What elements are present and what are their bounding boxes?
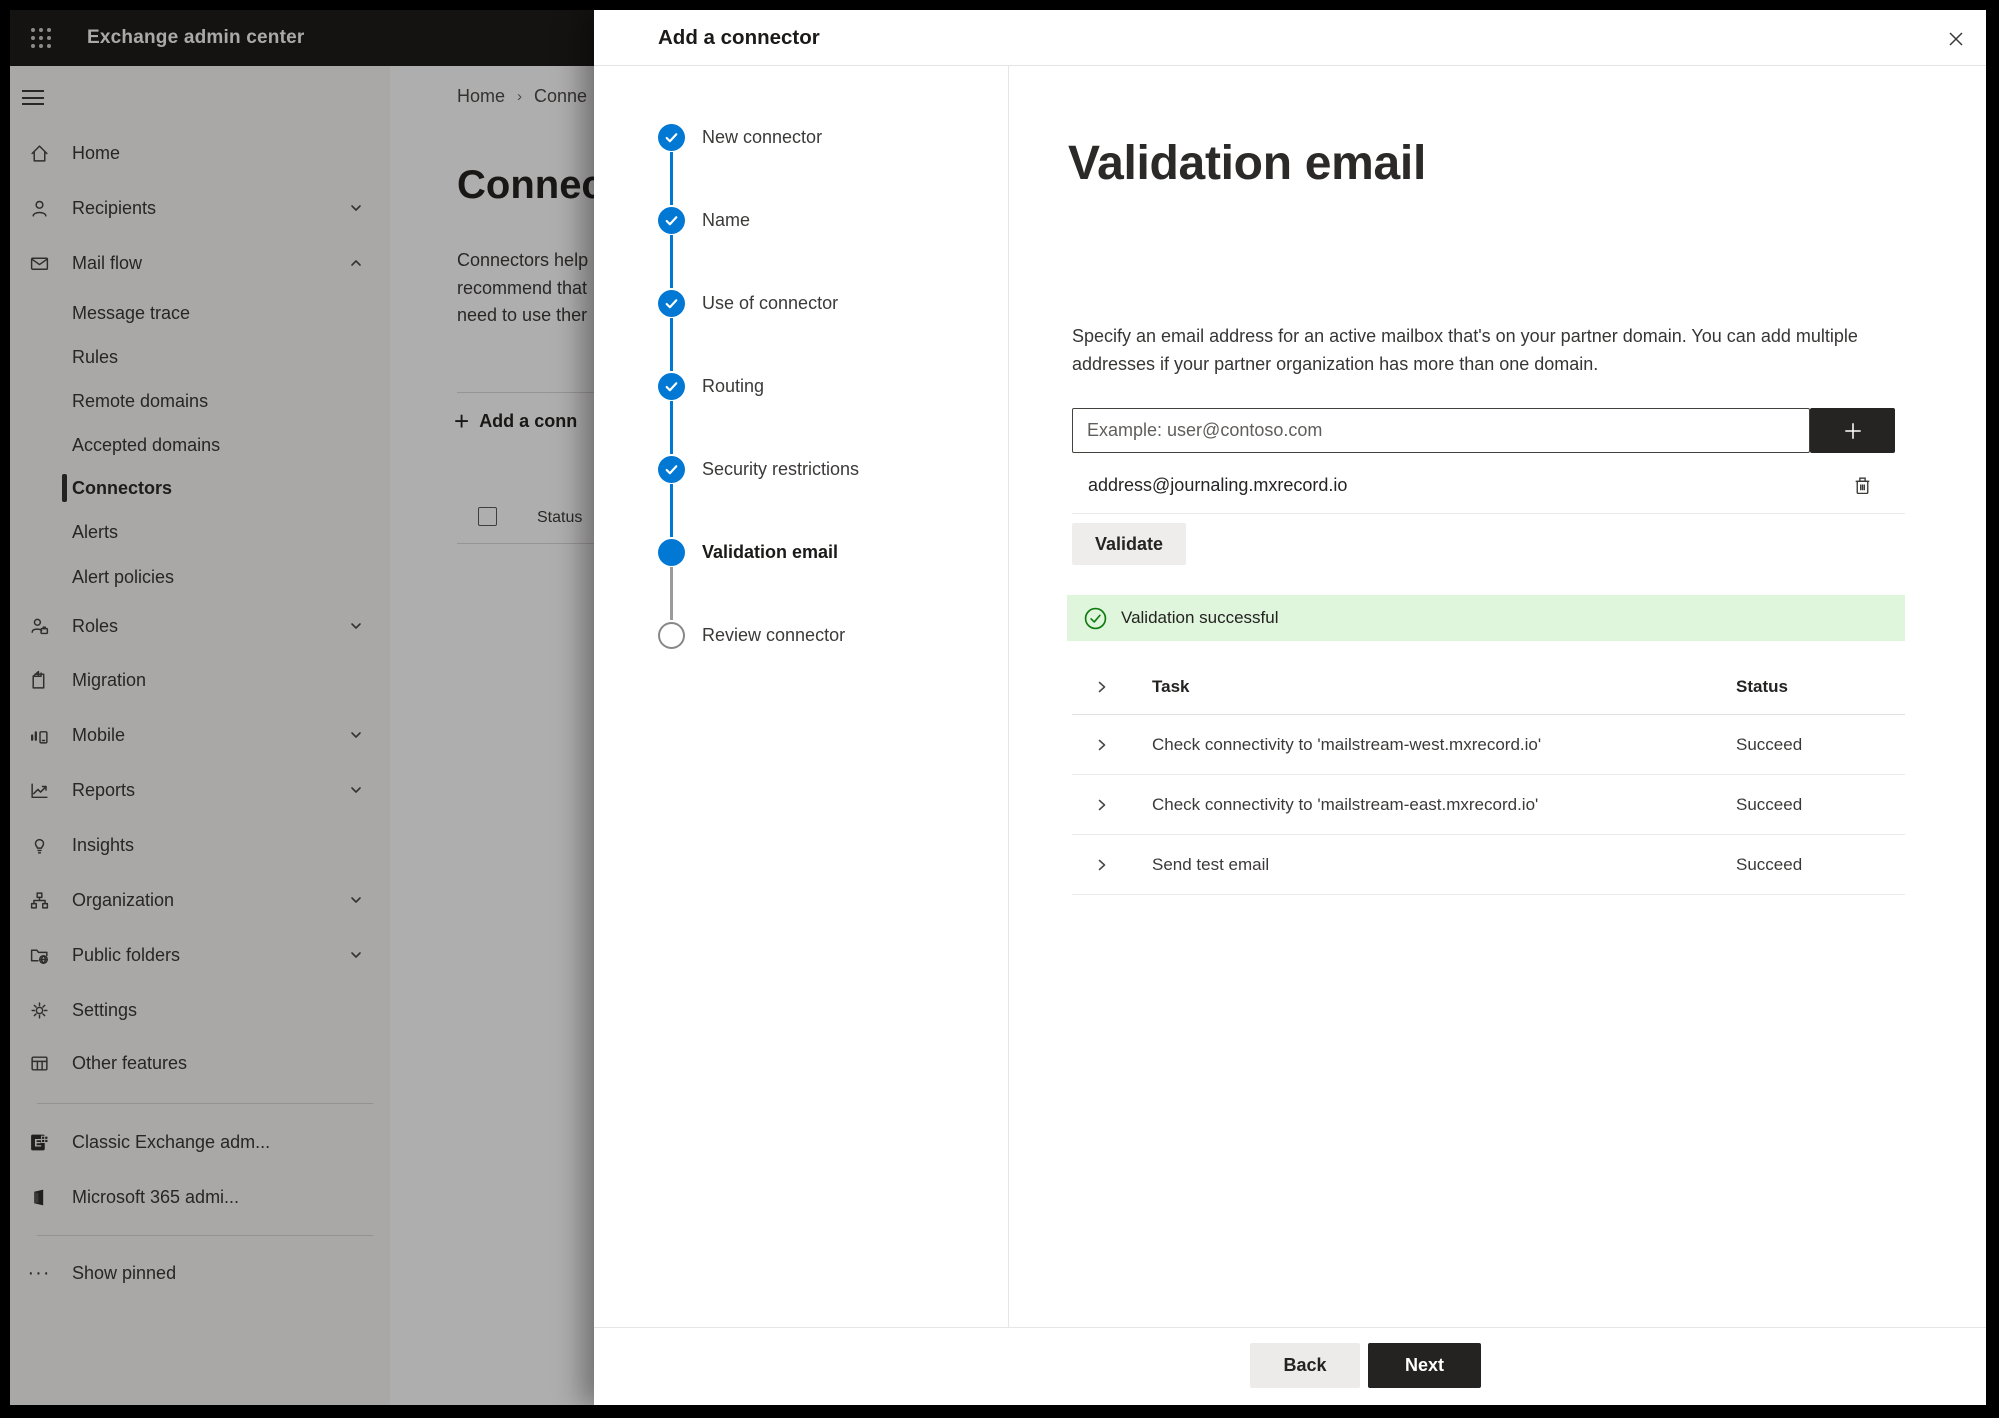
step-complete-icon: [658, 455, 685, 483]
dialog-header: Add a connector: [594, 10, 1986, 66]
step-connector-line: [670, 484, 673, 537]
table-row: Send test email Succeed: [1072, 835, 1905, 895]
task-cell: Send test email: [1152, 854, 1270, 874]
step-complete-icon: [658, 123, 685, 151]
step-new-connector[interactable]: New connector: [658, 123, 822, 151]
step-complete-icon: [658, 289, 685, 317]
wizard-steps-rail: New connector Name Use of connector Rout…: [594, 66, 1009, 1327]
expand-row-chevron-icon[interactable]: [1094, 857, 1110, 873]
screen: Exchange admin center Home Recipients Ma…: [0, 0, 1999, 1418]
step-complete-icon: [658, 206, 685, 234]
status-column-header: Status: [1736, 677, 1788, 696]
delete-address-icon[interactable]: [1846, 469, 1878, 501]
expand-row-chevron-icon[interactable]: [1094, 797, 1110, 813]
task-cell: Check connectivity to 'mailstream-west.m…: [1152, 734, 1542, 754]
status-cell: Succeed: [1736, 794, 1803, 814]
table-row: Check connectivity to 'mailstream-east.m…: [1072, 775, 1905, 835]
step-review-connector[interactable]: Review connector: [658, 621, 845, 649]
validation-success-banner: Validation successful: [1067, 595, 1905, 641]
task-cell: Check connectivity to 'mailstream-east.m…: [1152, 794, 1539, 814]
email-address-input[interactable]: [1072, 408, 1810, 453]
success-check-icon: [1084, 607, 1107, 629]
divider: [1072, 513, 1905, 514]
step-current-icon: [658, 538, 685, 566]
close-icon[interactable]: [1942, 25, 1970, 53]
step-connector-line: [670, 318, 673, 371]
back-button[interactable]: Back: [1250, 1343, 1360, 1388]
page-description: Specify an email address for an active m…: [1072, 326, 1858, 374]
table-header-row: Task Status: [1072, 660, 1905, 715]
status-cell: Succeed: [1736, 734, 1803, 754]
table-row: Check connectivity to 'mailstream-west.m…: [1072, 715, 1905, 775]
step-name[interactable]: Name: [658, 206, 750, 234]
expand-row-chevron-icon[interactable]: [1094, 737, 1110, 753]
status-cell: Succeed: [1736, 854, 1803, 874]
expand-all-chevron-icon[interactable]: [1094, 679, 1110, 695]
page-heading: Validation email: [1068, 137, 1426, 190]
step-validation-email[interactable]: Validation email: [658, 538, 838, 566]
banner-text: Validation successful: [1121, 608, 1279, 627]
step-connector-line: [670, 567, 673, 620]
step-security-restrictions[interactable]: Security restrictions: [658, 455, 859, 483]
step-routing[interactable]: Routing: [658, 372, 764, 400]
next-button[interactable]: Next: [1368, 1343, 1481, 1388]
validate-button[interactable]: Validate: [1072, 523, 1186, 565]
add-address-button[interactable]: [1810, 408, 1895, 453]
added-address: address@journaling.mxrecord.io: [1088, 475, 1348, 495]
step-connector-line: [670, 235, 673, 288]
step-use-of-connector[interactable]: Use of connector: [658, 289, 838, 317]
exchange-admin-center: Exchange admin center Home Recipients Ma…: [10, 10, 1986, 1405]
step-connector-line: [670, 152, 673, 205]
dialog-title: Add a connector: [658, 26, 820, 49]
add-connector-dialog: Add a connector New connector Name Use o…: [594, 10, 1986, 1405]
step-upcoming-icon: [658, 621, 685, 649]
task-column-header: Task: [1152, 677, 1190, 696]
step-complete-icon: [658, 372, 685, 400]
step-connector-line: [670, 401, 673, 454]
footer-divider: [594, 1327, 1986, 1328]
